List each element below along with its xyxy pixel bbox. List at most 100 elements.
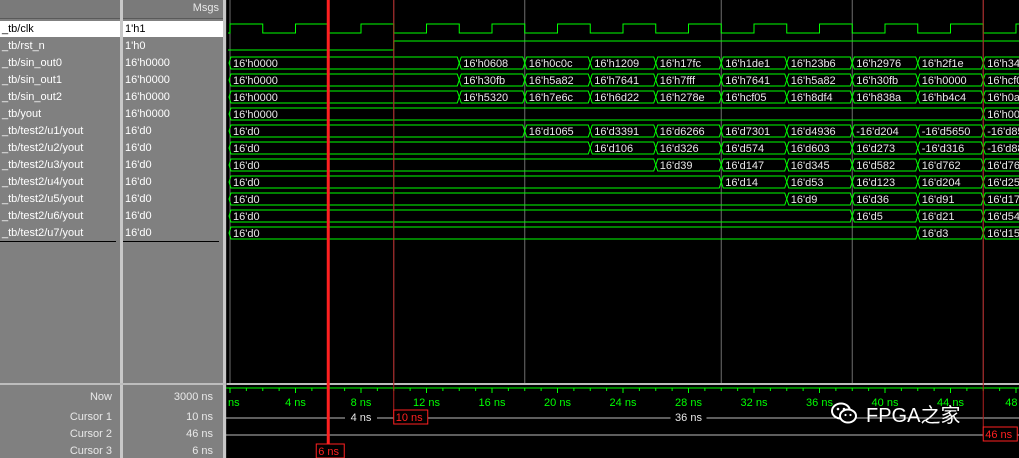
sin-out1-wave-value-label: 16'h5a82 xyxy=(791,75,836,87)
time-tick-label: ns xyxy=(228,397,240,409)
u7-yout-wave-value-label: 16'd3 xyxy=(922,228,949,240)
signal-value-cell[interactable]: 16'd0 xyxy=(125,191,152,207)
signal-value-cell[interactable]: 16'd0 xyxy=(125,157,152,173)
u4-yout-wave-value-label: 16'd123 xyxy=(856,177,895,189)
sin-out2-wave-value-label: 16'h0000 xyxy=(233,92,278,104)
sin-out2-wave-value-label: 16'h8df4 xyxy=(791,92,833,104)
msgs-label: Msgs xyxy=(192,2,219,14)
u6-yout-wave-value-label: 16'd5 xyxy=(856,211,883,223)
sin-out2-wave-value-label: 16'h5320 xyxy=(463,92,508,104)
u7-yout-wave-value-label: 16'd15 xyxy=(987,228,1019,240)
signal-value-cell[interactable]: 16'd0 xyxy=(125,140,152,156)
signal-value-cell[interactable]: 16'h0000 xyxy=(125,72,170,88)
time-tick-label: 24 ns xyxy=(610,397,637,409)
u1-yout-wave-value-label: 16'd6266 xyxy=(660,126,705,138)
u1-yout-wave-value-label: -16'd85 xyxy=(987,126,1019,138)
sin-out0-wave-value-label: 16'h34 xyxy=(987,58,1019,70)
u7-yout-wave-segment xyxy=(228,226,919,240)
u6-yout-wave-value-label: 16'd54 xyxy=(987,211,1019,223)
signal-name-row[interactable]: _tb/clk xyxy=(0,21,120,37)
u2-yout-wave-value-label: 16'd273 xyxy=(856,143,895,155)
u3-yout-wave-value-label: 16'd345 xyxy=(791,160,830,172)
cursor1-value: 10 ns xyxy=(186,411,213,423)
signal-name-row[interactable]: _tb/rst_n xyxy=(0,38,120,54)
signal-name-row[interactable]: _tb/test2/u4/yout xyxy=(0,174,120,190)
wechat-logo-icon xyxy=(831,402,857,424)
signal-value-pane: Msgs 1'h1 1'h0 16'h0000 16'h0000 16'h0000 16'… xyxy=(123,0,223,458)
signal-name-row[interactable]: _tb/test2/u1/yout xyxy=(0,123,120,139)
signal-name-row[interactable]: _tb/test2/u3/yout xyxy=(0,157,120,173)
signal-name-row[interactable]: _tb/test2/u7/yout xyxy=(0,225,120,241)
signal-name-row[interactable]: _tb/sin_out2 xyxy=(0,89,120,105)
signal-name-row[interactable]: _tb/test2/u6/yout xyxy=(0,208,120,224)
sin-out0-wave-value-label: 16'h1209 xyxy=(594,58,639,70)
sin-out1-wave-value-label: 16'h7fff xyxy=(660,75,696,87)
sin-out1-wave-value-label: 16'h7641 xyxy=(725,75,770,87)
signal-value-cell[interactable]: 16'h0000 xyxy=(125,106,170,122)
u3-yout-wave-value-label: 16'd582 xyxy=(856,160,895,172)
signal-name-row[interactable]: _tb/yout xyxy=(0,106,120,122)
u3-yout-wave-segment xyxy=(228,158,657,172)
sin-out1-wave-value-label: 16'hcf0 xyxy=(987,75,1019,87)
u4-yout-wave-value-label: 16'd14 xyxy=(725,177,758,189)
cursor1-tag-text: 10 ns xyxy=(396,412,423,424)
u1-yout-wave-segment xyxy=(228,124,526,138)
cursor2-tag-text: 46 ns xyxy=(985,429,1012,441)
signal-value-cell[interactable]: 16'h0000 xyxy=(125,89,170,105)
cursor1-label[interactable]: Cursor 1 xyxy=(70,411,112,423)
u2-yout-wave-value-label: 16'd574 xyxy=(725,143,764,155)
cursor3-label[interactable]: Cursor 3 xyxy=(70,445,112,457)
sin-out2-wave-value-label: 16'h7e6c xyxy=(529,92,574,104)
u5-yout-wave-value-label: 16'd91 xyxy=(922,194,955,206)
sin-out2-wave-value-label: 16'hb4c4 xyxy=(922,92,966,104)
signal-value-cell[interactable]: 1'h0 xyxy=(125,38,145,54)
sin-out0-wave-value-label: 16'h0000 xyxy=(233,58,278,70)
signal-value-cell[interactable]: 16'd0 xyxy=(125,174,152,190)
u3-yout-wave-value-label: 16'd147 xyxy=(725,160,764,172)
watermark: FPGA之家 xyxy=(830,398,960,428)
waveform-pane[interactable]: 16'h0000 16'h0608 16'h0c0c 16'h1209 16'h17fc… xyxy=(226,0,1019,458)
sin-out0-wave-value-label: 16'h2976 xyxy=(856,58,901,70)
sin-out0-wave-value-label: 16'h1de1 xyxy=(725,58,770,70)
u3-yout-wave-value-label: 16'd39 xyxy=(660,160,693,172)
signal-name-row[interactable]: _tb/test2/u5/yout xyxy=(0,191,120,207)
u6-yout-wave-value-label: 16'd0 xyxy=(233,211,260,223)
u1-yout-wave-value-label: -16'd204 xyxy=(856,126,898,138)
signal-value-cell[interactable]: 16'd0 xyxy=(125,123,152,139)
cursor2-label[interactable]: Cursor 2 xyxy=(70,428,112,440)
u6-yout-wave-segment xyxy=(228,209,853,223)
sin-out1-wave-value-label: 16'h30fb xyxy=(856,75,898,87)
sin-out2-wave-value-label: 16'h0a0 xyxy=(987,92,1019,104)
u2-yout-wave-value-label: -16'd88 xyxy=(987,143,1019,155)
u1-yout-wave-value-label: 16'd1065 xyxy=(529,126,574,138)
sin-out1-wave-value-label: 16'h30fb xyxy=(463,75,505,87)
cursor-delta-label: 36 ns xyxy=(675,412,702,424)
u2-yout-wave-value-label: 16'd326 xyxy=(660,143,699,155)
signal-value-cell[interactable]: 16'h0000 xyxy=(125,55,170,71)
sin-out2-wave-value-label: 16'h6d22 xyxy=(594,92,639,104)
signal-value-cell[interactable]: 1'h1 xyxy=(123,21,223,37)
u4-yout-wave-value-label: 16'd204 xyxy=(922,177,961,189)
u2-yout-wave-segment xyxy=(228,141,591,155)
signal-name-row[interactable]: _tb/sin_out1 xyxy=(0,72,120,88)
list-end-marker xyxy=(123,241,219,242)
sin-out1-wave-value-label: 16'h0000 xyxy=(922,75,967,87)
clk-wave xyxy=(228,23,1019,34)
cursor3-tag-text: 6 ns xyxy=(318,446,339,458)
sin-out1-wave-value-label: 16'h5a82 xyxy=(529,75,574,87)
time-tick-label: 20 ns xyxy=(544,397,571,409)
time-tick-label: 28 ns xyxy=(675,397,702,409)
yout-wave-segment xyxy=(228,107,984,121)
u1-yout-wave-value-label: 16'd7301 xyxy=(725,126,770,138)
sin-out0-wave-value-label: 16'h23b6 xyxy=(791,58,836,70)
names-header xyxy=(0,0,120,19)
signal-name-row[interactable]: _tb/sin_out0 xyxy=(0,55,120,71)
u3-yout-wave-value-label: 16'd762 xyxy=(922,160,961,172)
sin-out2-wave-value-label: 16'h838a xyxy=(856,92,902,104)
signal-value-cell[interactable]: 16'd0 xyxy=(125,208,152,224)
sin-out2-wave-value-label: 16'h278e xyxy=(660,92,705,104)
time-tick-label: 4 ns xyxy=(285,397,306,409)
u2-yout-wave-value-label: 16'd603 xyxy=(791,143,830,155)
signal-name-row[interactable]: _tb/test2/u2/yout xyxy=(0,140,120,156)
signal-value-cell[interactable]: 16'd0 xyxy=(125,225,152,241)
